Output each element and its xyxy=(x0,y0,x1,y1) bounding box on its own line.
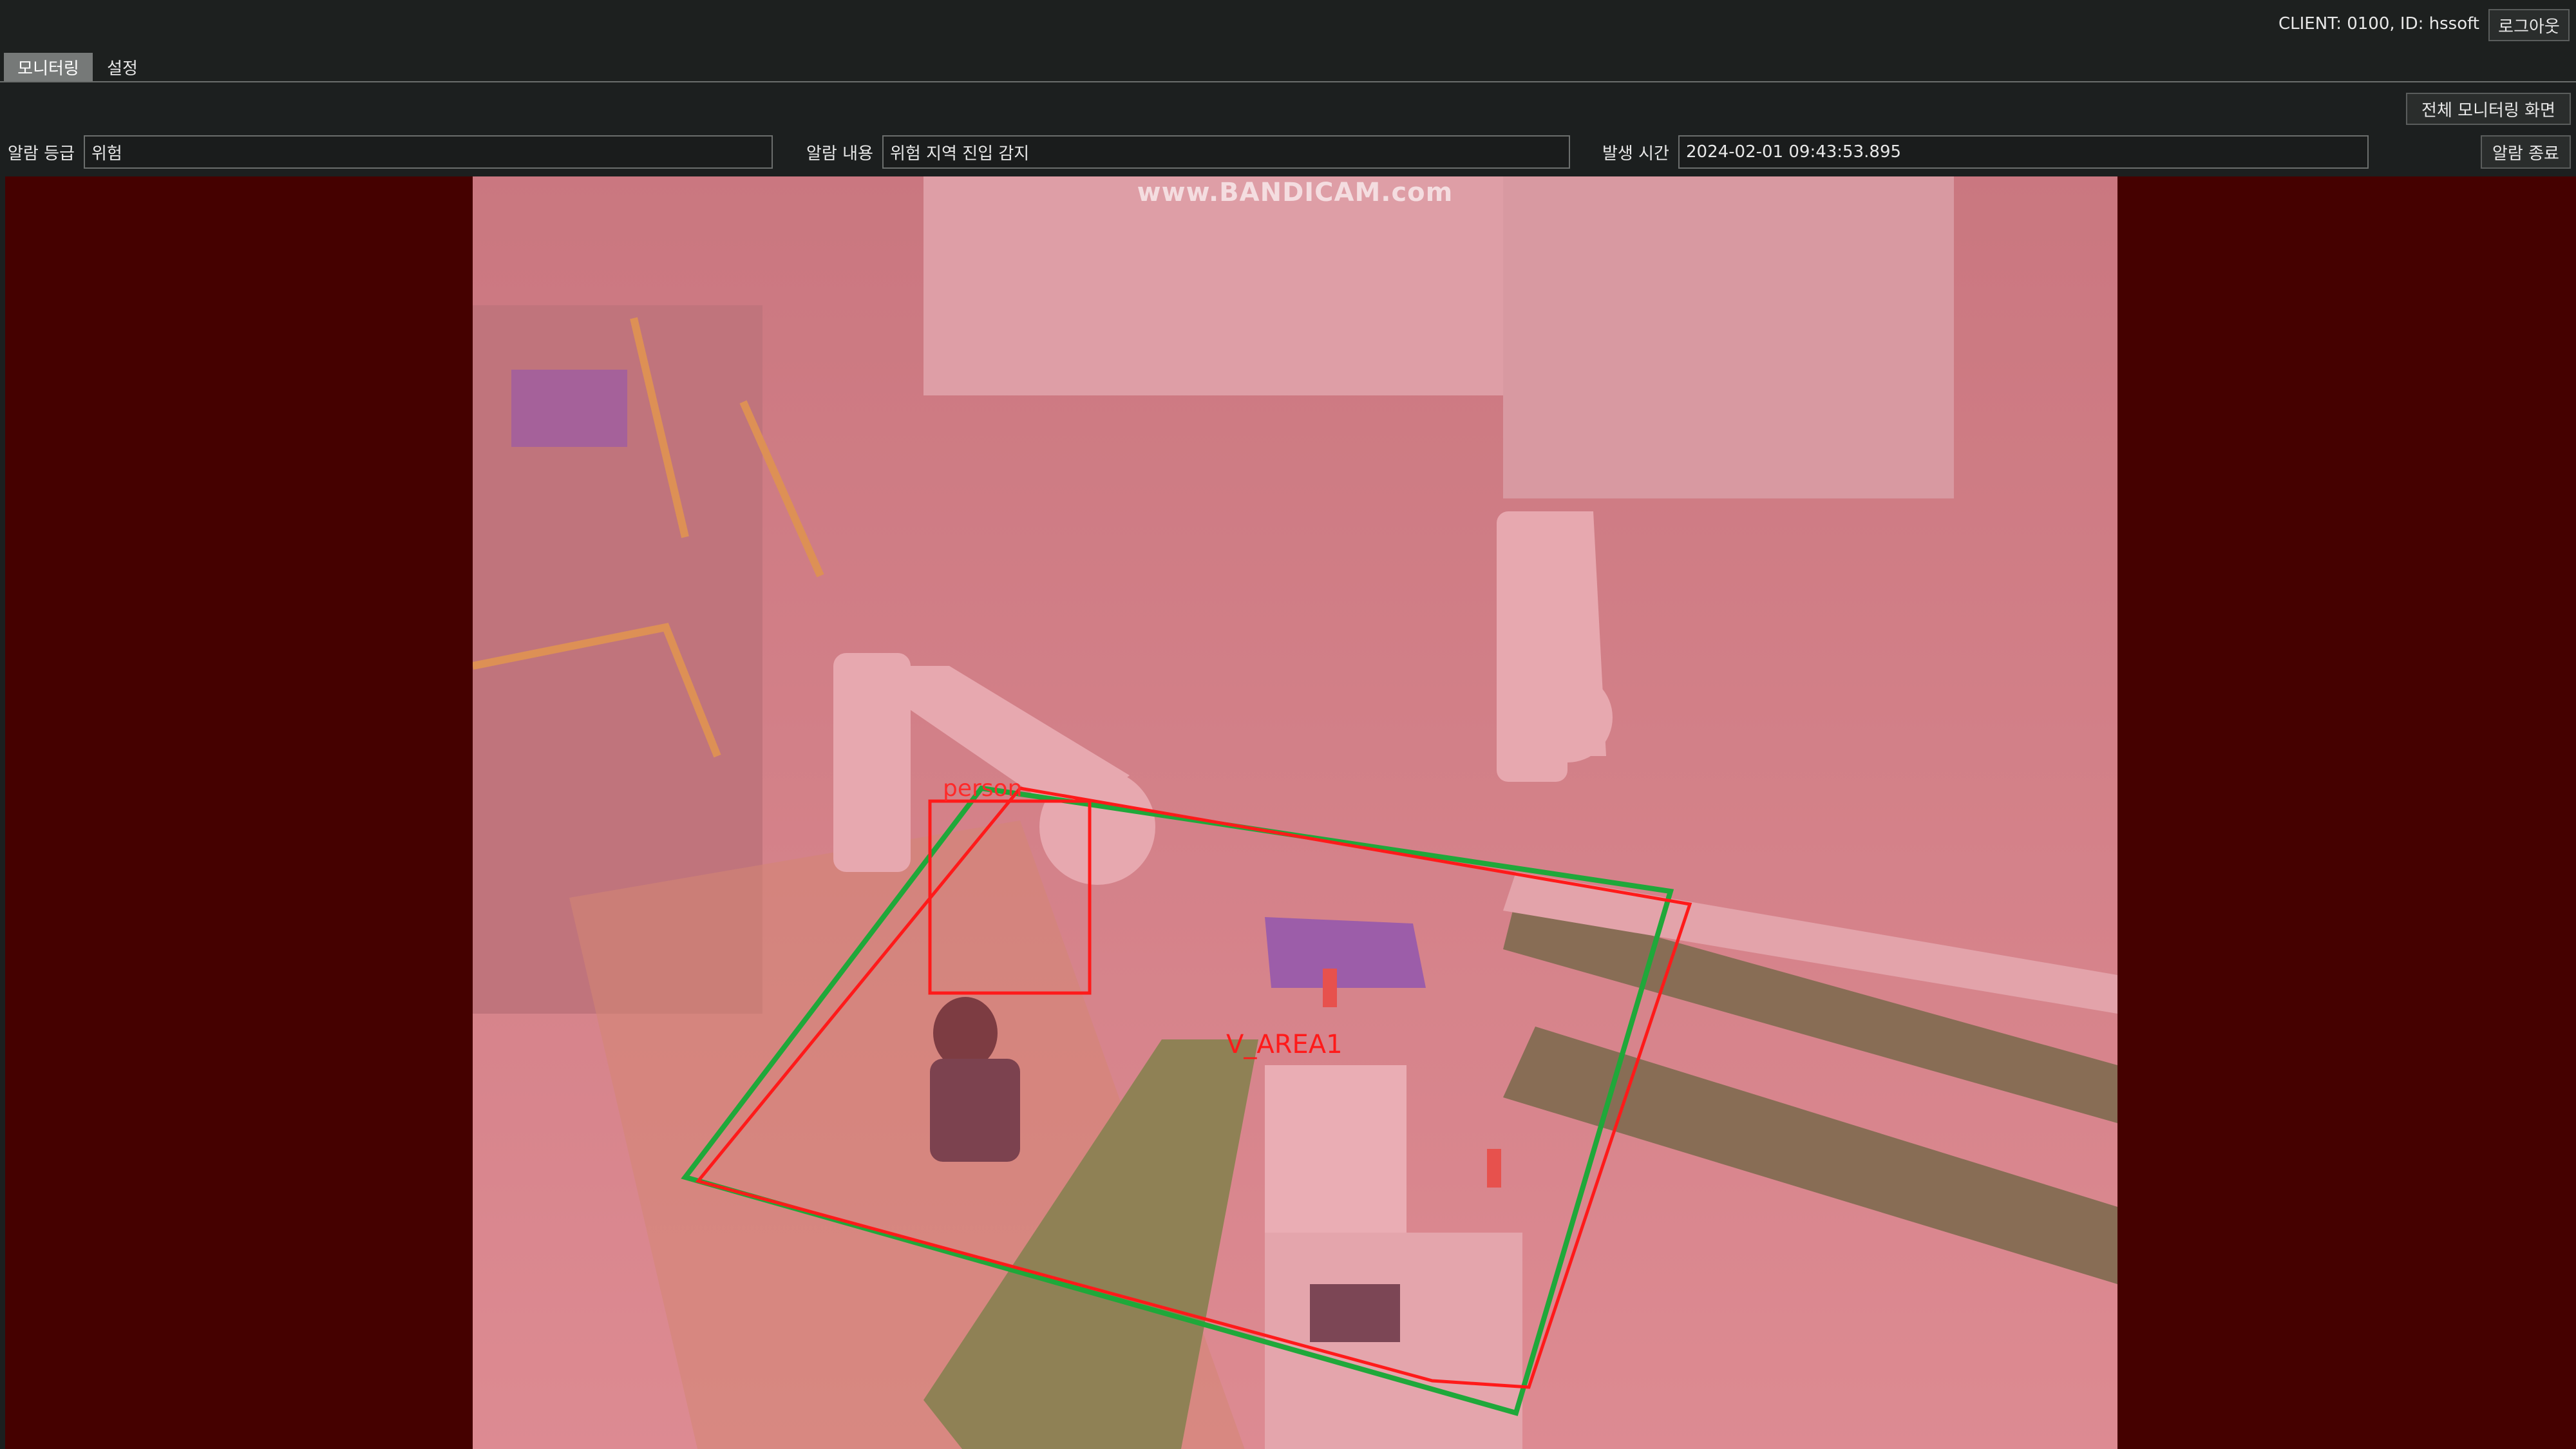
monitoring-app: CLIENT: 0100, ID: hssoft 로그아웃 모니터링 설정 전체… xyxy=(0,0,2576,1449)
alarm-content-label: 알람 내용 xyxy=(806,144,873,164)
zone-label: V_AREA1 xyxy=(1226,1030,1343,1059)
title-bar: CLIENT: 0100, ID: hssoft 로그아웃 xyxy=(0,0,2576,53)
occur-time-label: 발생 시간 xyxy=(1602,144,1669,164)
tab-monitoring[interactable]: 모니터링 xyxy=(4,53,93,81)
alarm-content-field: 위험 지역 진입 감지 xyxy=(882,135,1570,169)
client-info-text: CLIENT: 0100, ID: hssoft xyxy=(2278,14,2479,33)
camera-scene xyxy=(473,176,2117,1449)
person-detection-label: person xyxy=(943,775,1023,802)
occur-time-field: 2024-02-01 09:43:53.895 xyxy=(1678,135,2369,169)
alarm-end-button[interactable]: 알람 종료 xyxy=(2481,135,2571,169)
alarm-tint-overlay xyxy=(473,176,2117,1449)
full-monitoring-button[interactable]: 전체 모니터링 화면 xyxy=(2406,93,2571,125)
camera-video-frame: www.BANDICAM.com person V_AREA1 xyxy=(473,176,2117,1449)
logout-button[interactable]: 로그아웃 xyxy=(2488,9,2570,41)
alarm-level-label: 알람 등급 xyxy=(8,144,75,164)
tab-bar: 모니터링 설정 xyxy=(0,53,2576,82)
tab-settings[interactable]: 설정 xyxy=(97,53,148,81)
alarm-level-field: 위험 xyxy=(84,135,773,169)
video-panel: www.BANDICAM.com person V_AREA1 xyxy=(5,176,2576,1449)
watermark: www.BANDICAM.com xyxy=(1137,178,1454,207)
